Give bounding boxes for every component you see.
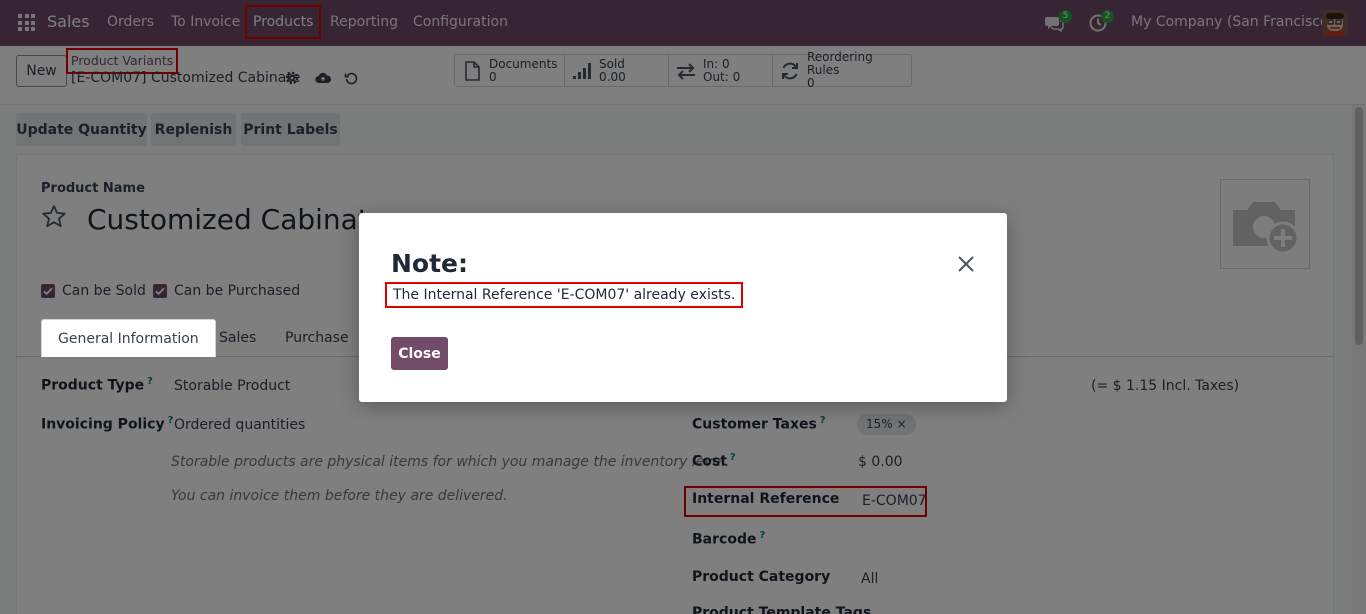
- dialog-message: The Internal Reference 'E-COM07' already…: [385, 282, 744, 308]
- tab-general-information[interactable]: General Information: [41, 319, 216, 357]
- dialog-title: Note:: [391, 249, 469, 278]
- close-button[interactable]: Close: [391, 337, 448, 370]
- note-dialog: Note: The Internal Reference 'E-COM07' a…: [359, 213, 1007, 402]
- close-icon[interactable]: [957, 255, 975, 273]
